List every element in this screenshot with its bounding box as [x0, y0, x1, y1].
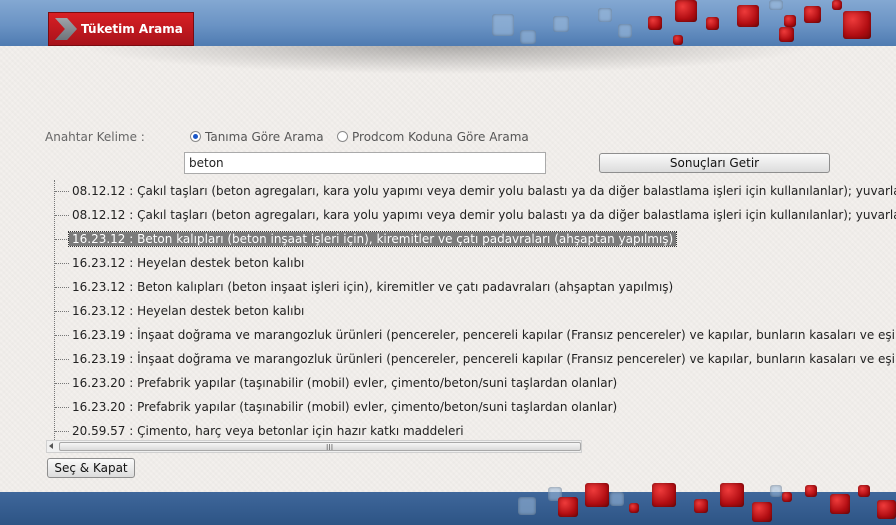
decor-square	[770, 485, 782, 497]
decor-square	[553, 16, 569, 32]
keyword-label: Anahtar Kelime :	[45, 130, 145, 144]
decor-square	[598, 8, 612, 22]
tree-branch	[55, 335, 69, 336]
scrollbar-thumb[interactable]: III	[59, 442, 581, 452]
list-item[interactable]: 16.23.12 : Beton kalıpları (beton inşaat…	[46, 277, 676, 297]
page-title-tab: Tüketim Arama	[48, 12, 194, 46]
page-title: Tüketim Arama	[81, 22, 183, 36]
decor-square	[769, 0, 783, 10]
decor-square	[782, 492, 792, 502]
decor-square	[804, 6, 821, 23]
select-close-button[interactable]: Seç & Kapat	[47, 458, 135, 478]
radio-option-prodcom[interactable]: Prodcom Koduna Göre Arama	[337, 130, 529, 144]
decor-square	[805, 485, 817, 497]
tree-branch	[55, 263, 69, 264]
chevron-right-icon	[55, 18, 77, 40]
scrollbar-grip: III	[326, 443, 334, 452]
tree-branch	[55, 383, 69, 384]
decor-square	[843, 11, 871, 39]
list-item[interactable]: 08.12.12 : Çakıl taşları (beton agregala…	[46, 181, 896, 201]
tree-branch	[55, 359, 69, 360]
list-item[interactable]: 16.23.20 : Prefabrik yapılar (taşınabili…	[46, 397, 620, 417]
list-item[interactable]: 16.23.12 : Heyelan destek beton kalıbı	[46, 301, 307, 321]
decor-square	[784, 15, 796, 27]
radio-unchecked-icon[interactable]	[337, 131, 348, 142]
decor-square	[694, 499, 708, 513]
list-item[interactable]: 08.12.12 : Çakıl taşları (beton agregala…	[46, 205, 896, 225]
decor-square	[877, 500, 896, 519]
decor-square	[720, 483, 744, 507]
decor-square	[618, 24, 632, 38]
tree-branch	[55, 431, 69, 432]
decor-square	[706, 17, 719, 30]
list-item[interactable]: 16.23.19 : İnşaat doğrama ve marangozluk…	[46, 349, 896, 369]
decor-square	[673, 35, 683, 45]
tree-branch	[55, 215, 69, 216]
decor-square	[610, 492, 624, 506]
tree-branch	[55, 239, 69, 240]
radio-label-prodcom: Prodcom Koduna Göre Arama	[352, 130, 529, 144]
decor-square	[518, 497, 536, 515]
decor-square	[585, 483, 609, 507]
decor-square	[737, 5, 759, 27]
decor-square	[558, 497, 578, 517]
scroll-left-icon[interactable]	[49, 443, 53, 449]
radio-label-definition: Tanıma Göre Arama	[205, 130, 324, 144]
decor-square	[648, 16, 662, 30]
list-item[interactable]: 16.23.20 : Prefabrik yapılar (taşınabili…	[46, 373, 620, 393]
decor-square	[520, 30, 536, 44]
list-item-selected[interactable]: 16.23.12 : Beton kalıpları (beton inşaat…	[46, 229, 678, 249]
tree-branch	[55, 407, 69, 408]
tree-branch	[55, 311, 69, 312]
list-item[interactable]: 16.23.12 : Heyelan destek beton kalıbı	[46, 253, 307, 273]
radio-option-definition[interactable]: Tanıma Göre Arama	[190, 130, 324, 144]
decor-square	[830, 494, 850, 514]
header-shadow	[0, 46, 896, 116]
decor-square	[675, 0, 697, 22]
radio-checked-icon[interactable]	[190, 131, 201, 142]
horizontal-scrollbar[interactable]: III	[46, 440, 582, 453]
decor-square	[752, 502, 772, 522]
decor-square	[832, 0, 842, 10]
decor-square	[779, 27, 794, 42]
list-item[interactable]: 20.59.57 : Çimento, harç veya betonlar i…	[46, 421, 467, 440]
decor-square	[652, 483, 676, 507]
decor-square	[858, 485, 870, 497]
decor-square	[492, 14, 514, 36]
get-results-button[interactable]: Sonuçları Getir	[599, 153, 830, 173]
tree-branch	[55, 191, 69, 192]
tree-branch	[55, 287, 69, 288]
list-item[interactable]: 16.23.19 : İnşaat doğrama ve marangozluk…	[46, 325, 896, 345]
search-input[interactable]	[184, 152, 546, 174]
results-tree[interactable]: 08.12.12 : Çakıl taşları (beton agregala…	[46, 180, 896, 440]
decor-square	[629, 503, 639, 513]
